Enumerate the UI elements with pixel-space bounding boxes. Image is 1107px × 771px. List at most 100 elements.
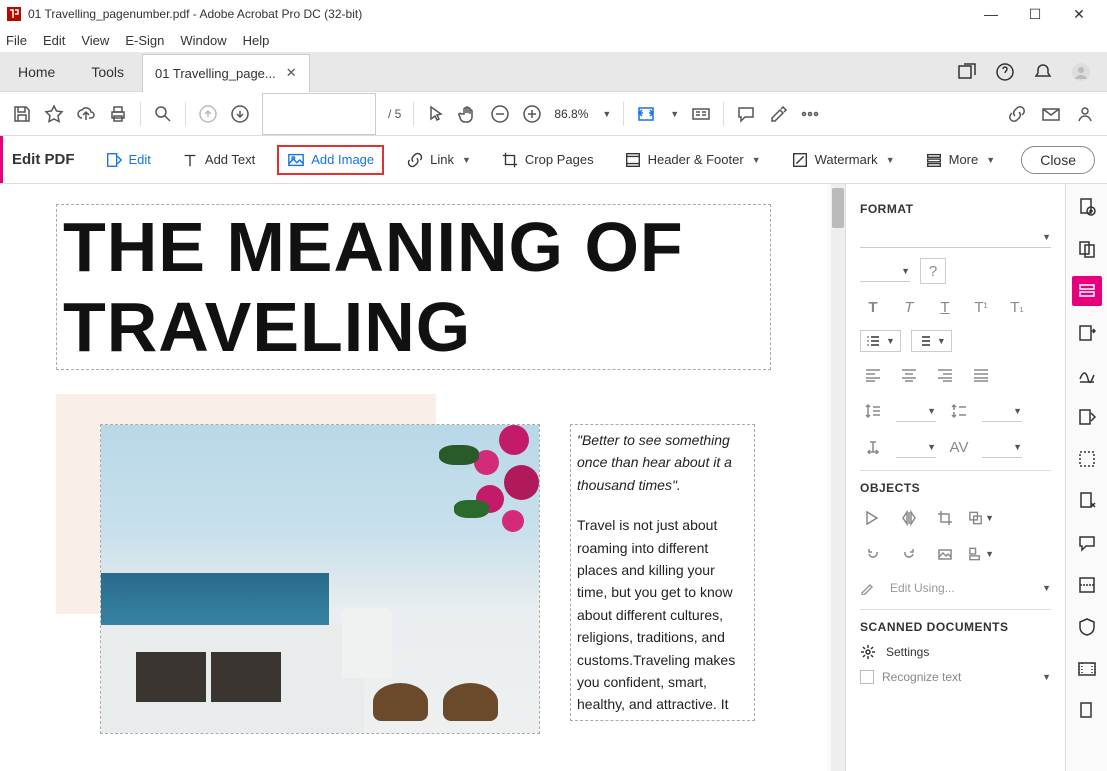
align-center-button[interactable] bbox=[896, 362, 922, 388]
account-icon[interactable] bbox=[1071, 62, 1091, 82]
link-share-icon[interactable] bbox=[1007, 104, 1027, 124]
bold-button[interactable]: T bbox=[860, 294, 886, 320]
print-icon[interactable] bbox=[108, 104, 128, 124]
superscript-button[interactable]: T¹ bbox=[968, 294, 994, 320]
send-comments-icon[interactable] bbox=[1072, 444, 1102, 474]
tab-home[interactable]: Home bbox=[0, 52, 73, 92]
protect-icon[interactable] bbox=[1072, 612, 1102, 642]
charspace-value[interactable]: ▼ bbox=[982, 436, 1022, 458]
compress-icon[interactable] bbox=[1072, 486, 1102, 516]
italic-button[interactable]: T bbox=[896, 294, 922, 320]
menu-view[interactable]: View bbox=[81, 33, 109, 48]
page-number-input[interactable] bbox=[262, 93, 376, 135]
zoom-out-icon[interactable] bbox=[490, 104, 510, 124]
share-people-icon[interactable] bbox=[1075, 104, 1095, 124]
color-picker[interactable]: ? bbox=[920, 258, 946, 284]
email-icon[interactable] bbox=[1041, 104, 1061, 124]
document-canvas[interactable]: ▶ THE MEANING OF TRAVELING bbox=[0, 184, 845, 771]
numbered-list-button[interactable]: ▼ bbox=[911, 330, 952, 352]
replace-image-button[interactable] bbox=[932, 541, 958, 567]
next-page-icon[interactable] bbox=[230, 104, 250, 124]
bell-icon[interactable] bbox=[1033, 62, 1053, 82]
align-right-button[interactable] bbox=[932, 362, 958, 388]
sign-icon[interactable] bbox=[1072, 360, 1102, 390]
edit-tool[interactable]: Edit bbox=[97, 147, 159, 173]
underline-button[interactable]: T bbox=[932, 294, 958, 320]
settings-button[interactable]: Settings bbox=[860, 644, 1051, 660]
header-footer-tool[interactable]: Header & Footer▼ bbox=[616, 147, 769, 173]
align-objects-button[interactable]: ▼ bbox=[968, 541, 994, 567]
document-image[interactable] bbox=[100, 424, 540, 734]
watermark-tool[interactable]: Watermark▼ bbox=[783, 147, 903, 173]
tab-tools[interactable]: Tools bbox=[73, 52, 142, 92]
comment-tool-icon[interactable] bbox=[1072, 528, 1102, 558]
zoom-in-icon[interactable] bbox=[522, 104, 542, 124]
rotate-cw-button[interactable] bbox=[896, 541, 922, 567]
fit-width-icon[interactable] bbox=[636, 104, 656, 124]
crop-object-button[interactable] bbox=[932, 505, 958, 531]
char-spacing-button[interactable]: AV bbox=[946, 434, 972, 460]
tab-document[interactable]: 01 Travelling_page... ✕ bbox=[142, 54, 310, 92]
edit-pdf-icon[interactable] bbox=[1072, 276, 1102, 306]
link-tool[interactable]: Link▼ bbox=[398, 147, 479, 173]
cloud-upload-icon[interactable] bbox=[76, 104, 96, 124]
menu-window[interactable]: Window bbox=[180, 33, 226, 48]
paragraph-spacing-value[interactable]: ▼ bbox=[982, 400, 1022, 422]
menu-edit[interactable]: Edit bbox=[43, 33, 65, 48]
more-tools-icon[interactable] bbox=[800, 104, 820, 124]
create-pdf-icon[interactable] bbox=[1072, 192, 1102, 222]
highlight-icon[interactable] bbox=[768, 104, 788, 124]
find-icon[interactable] bbox=[153, 104, 173, 124]
scrollbar-thumb[interactable] bbox=[832, 188, 844, 228]
export-pdf-icon[interactable] bbox=[1072, 318, 1102, 348]
zoom-level[interactable]: 86.8% bbox=[554, 107, 588, 121]
crop-pages-tool[interactable]: Crop Pages bbox=[493, 147, 602, 173]
document-text-column[interactable]: "Better to see something once than hear … bbox=[570, 424, 755, 721]
close-tab-icon[interactable]: ✕ bbox=[286, 65, 297, 81]
help-icon[interactable] bbox=[995, 62, 1015, 82]
save-icon[interactable] bbox=[12, 104, 32, 124]
rotate-ccw-button[interactable] bbox=[860, 541, 886, 567]
font-family-dropdown[interactable]: ▼ bbox=[860, 226, 1051, 248]
horizontal-scale-button[interactable] bbox=[860, 434, 886, 460]
flip-vertical-button[interactable] bbox=[860, 505, 886, 531]
menu-esign[interactable]: E-Sign bbox=[125, 33, 164, 48]
scan-ocr-icon[interactable] bbox=[1072, 570, 1102, 600]
comment-icon[interactable] bbox=[736, 104, 756, 124]
font-size-dropdown[interactable]: ▼ bbox=[860, 260, 910, 282]
organize-pages-icon[interactable] bbox=[1072, 402, 1102, 432]
line-spacing-value[interactable]: ▼ bbox=[896, 400, 936, 422]
edit-using-dropdown[interactable]: Edit Using... ▼ bbox=[860, 577, 1051, 599]
line-spacing-button[interactable] bbox=[860, 398, 886, 424]
right-panel-collapse[interactable]: ◀ bbox=[845, 448, 846, 488]
add-text-tool[interactable]: Add Text bbox=[173, 147, 263, 173]
align-left-button[interactable] bbox=[860, 362, 886, 388]
prev-page-icon[interactable] bbox=[198, 104, 218, 124]
add-image-tool[interactable]: Add Image bbox=[277, 145, 384, 175]
arrange-button[interactable]: ▼ bbox=[968, 505, 994, 531]
minimize-button[interactable]: ― bbox=[969, 0, 1013, 28]
close-window-button[interactable]: ✕ bbox=[1057, 0, 1101, 28]
select-tool-icon[interactable] bbox=[426, 104, 446, 124]
star-icon[interactable] bbox=[44, 104, 64, 124]
app-switcher-icon[interactable] bbox=[957, 62, 977, 82]
maximize-button[interactable]: ☐ bbox=[1013, 0, 1057, 28]
flip-horizontal-button[interactable] bbox=[896, 505, 922, 531]
read-mode-icon[interactable] bbox=[691, 104, 711, 124]
combine-files-icon[interactable] bbox=[1072, 234, 1102, 264]
menu-file[interactable]: File bbox=[6, 33, 27, 48]
bullet-list-button[interactable]: ▼ bbox=[860, 330, 901, 352]
more-tools-strip-icon[interactable] bbox=[1072, 696, 1102, 726]
menu-help[interactable]: Help bbox=[243, 33, 270, 48]
hscale-value[interactable]: ▼ bbox=[896, 436, 936, 458]
close-editpdf-button[interactable]: Close bbox=[1021, 146, 1095, 174]
more-tool[interactable]: More▼ bbox=[917, 147, 1004, 173]
align-justify-button[interactable] bbox=[968, 362, 994, 388]
media-icon[interactable] bbox=[1072, 654, 1102, 684]
paragraph-spacing-button[interactable] bbox=[946, 398, 972, 424]
document-heading[interactable]: THE MEANING OF TRAVELING bbox=[56, 204, 771, 370]
subscript-button[interactable]: T₁ bbox=[1004, 294, 1030, 320]
hand-tool-icon[interactable] bbox=[458, 104, 478, 124]
recognize-text-checkbox[interactable]: Recognize text ▼ bbox=[860, 670, 1051, 684]
vertical-scrollbar[interactable] bbox=[831, 184, 845, 771]
